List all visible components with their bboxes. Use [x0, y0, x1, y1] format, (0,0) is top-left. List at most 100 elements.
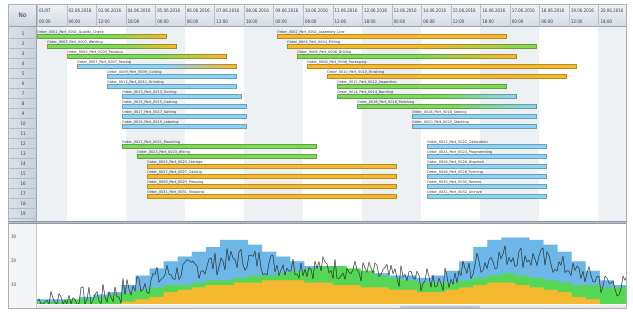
timescale-date: 06.06.2016 [184, 5, 215, 16]
task-bar[interactable]: Order_0018_Part_0018_Sealing [412, 110, 537, 120]
task-bar[interactable]: Order_0025_Part_0025_Storage [147, 160, 397, 170]
task-bar[interactable]: Order_0003_Part_0003_Welding [47, 40, 177, 50]
row-header-cell[interactable]: 4 [9, 59, 37, 69]
task-bar[interactable]: Order_0001_Part_0001_Quality_Check [37, 30, 167, 40]
timescale-date: 18.06.2016 [539, 5, 569, 16]
task-bar[interactable]: Order_0007_Part_0007_Testing [77, 60, 237, 70]
task-bar[interactable]: Order_0004_Part_0004_Milling [287, 40, 537, 50]
timescale-date: 19.06.2016 [568, 5, 599, 16]
task-bar-fill [427, 194, 547, 199]
timescale-time: 18:00 [125, 16, 156, 27]
task-bar[interactable]: Order_0016_Part_0016_Polishing [357, 100, 537, 110]
task-bar[interactable]: Order_0022_Part_0022_Calibration [427, 140, 547, 150]
timescale-date: 04.06.2016 [125, 5, 156, 16]
task-bar[interactable]: Order_0029_Part_0029_Pressing [147, 180, 397, 190]
task-bar[interactable]: Order_0010_Part_0010_Finishing [327, 70, 567, 80]
task-bar[interactable]: Order_0020_Part_0020_Stacking [412, 120, 537, 130]
timescale-time: 12:00 [568, 16, 599, 27]
task-bar-fill [427, 154, 547, 159]
task-bar[interactable]: Order_0019_Part_0019_Labeling [122, 120, 247, 130]
row-header-cell[interactable]: 18 [9, 199, 37, 209]
task-bar[interactable]: Order_0032_Part_0032_Archive [427, 190, 547, 200]
row-header-cell[interactable]: 5 [9, 69, 37, 79]
task-bar[interactable]: Order_0013_Part_0013_Turning [122, 90, 242, 100]
row-header-cell[interactable]: 13 [9, 149, 37, 159]
timescale-time: 06:00 [421, 16, 451, 27]
timescale-time: 00:00 [391, 16, 422, 27]
task-bar-fill [412, 124, 537, 129]
task-bar-fill [427, 174, 547, 179]
row-header-cell[interactable]: 2 [9, 39, 37, 49]
task-bar-fill [147, 164, 397, 169]
task-bar[interactable]: Order_0011_Part_0011_Grinding [107, 80, 237, 90]
row-header-cell[interactable]: 15 [9, 169, 37, 179]
row-header-cell[interactable]: 6 [9, 79, 37, 89]
task-bar[interactable]: Order_0008_Part_0008_Packaging [307, 60, 577, 70]
task-bar-fill [427, 144, 547, 149]
task-bar[interactable]: Order_0030_Part_0030_Review [427, 180, 547, 190]
timescale-time: 12:00 [332, 16, 363, 27]
task-bar[interactable]: Order_0027_Part_0027_Casting [147, 170, 397, 180]
row-header-cell[interactable]: 12 [9, 139, 37, 149]
row-header-cell[interactable]: 9 [9, 109, 37, 119]
row-header-corner[interactable]: No [9, 5, 37, 27]
row-header-cell[interactable]: 10 [9, 119, 37, 129]
timescale-date: 15.06.2016 [450, 5, 481, 16]
row-header-cell[interactable]: 3 [9, 49, 37, 59]
task-bar-fill [147, 184, 397, 189]
row-header-cell[interactable]: 19 [9, 209, 37, 219]
task-bar[interactable]: Order_0015_Part_0015_Coating [122, 100, 247, 110]
task-bar[interactable]: Order_0028_Part_0028_Forming [427, 170, 547, 180]
row-header-cell[interactable]: 1 [9, 29, 37, 39]
gantt-area[interactable]: Order_0001_Part_0001_Quality_Check Order_… [37, 27, 626, 221]
task-bar-fill [67, 54, 227, 59]
timescale-time: 06:00 [66, 16, 97, 27]
task-bar[interactable]: Order_0017_Part_0017_Sorting [122, 110, 247, 120]
task-bar-fill [297, 54, 517, 59]
row-header-cell[interactable]: 7 [9, 89, 37, 99]
timescale-date: 12.06.2016 [362, 5, 392, 16]
non-working-shade [598, 27, 626, 221]
task-bar-fill [147, 194, 397, 199]
timescale-date: 01/07 [37, 5, 67, 16]
scroll-thumb[interactable] [399, 306, 480, 308]
task-bar[interactable]: Order_0031_Part_0031_Shipping [147, 190, 397, 200]
timescale-time: 18:00 [362, 16, 392, 27]
task-bar[interactable]: Order_0024_Part_0024_Programming [427, 150, 547, 160]
timescale-time: 06:00 [539, 16, 569, 27]
timescale-header[interactable]: 01/07 00:00 02.06.2016 06:00 03.06.2016 12:00… [37, 5, 626, 27]
row-header-cell[interactable]: 17 [9, 189, 37, 199]
task-bar-fill [122, 144, 317, 149]
task-bar[interactable]: Order_0026_Part_0026_Dispatch [427, 160, 547, 170]
load-y-axis: 30 20 10 [9, 224, 37, 308]
row-header-cell[interactable]: 8 [9, 99, 37, 109]
timescale-time: 00:00 [273, 16, 303, 27]
timescale-date: 08.06.2016 [243, 5, 274, 16]
task-bar-fill [307, 64, 577, 69]
task-bar-fill [337, 84, 507, 89]
row-header-cell[interactable]: 14 [9, 159, 37, 169]
task-bar[interactable]: Order_0005_Part_0005_Painting [67, 50, 227, 60]
row-header-label: No [18, 12, 27, 19]
task-bar-fill [137, 154, 317, 159]
non-working-shade [37, 27, 67, 221]
task-bar[interactable]: Order_0012_Part_0012_Inspection [337, 80, 507, 90]
task-bar[interactable]: Order_0023_Part_0023_Wiring [137, 150, 317, 160]
timescale-time: 06:00 [302, 16, 333, 27]
timescale-time: 00:00 [37, 16, 67, 27]
task-bar-fill [122, 104, 247, 109]
task-bar-fill [412, 114, 537, 119]
timescale-time: 06:00 [184, 16, 215, 27]
row-header-cell[interactable]: 11 [9, 129, 37, 139]
timescale-time: 12:00 [450, 16, 481, 27]
row-header-cell[interactable]: 16 [9, 179, 37, 189]
task-bar[interactable]: Order_0002_Part_0002_Assembly_Line [277, 30, 507, 40]
task-bar[interactable]: Order_0009_Part_0009_Cutting [107, 70, 237, 80]
task-bar-fill [427, 164, 547, 169]
task-bar[interactable]: Order_0006_Part_0006_Drilling [297, 50, 517, 60]
task-bar-fill [122, 114, 247, 119]
horizontal-scrollbar[interactable] [37, 305, 626, 308]
timescale-date: 10.06.2016 [302, 5, 333, 16]
task-bar[interactable]: Order_0021_Part_0021_Mounting [122, 140, 317, 150]
task-bar[interactable]: Order_0014_Part_0014_Bending [337, 90, 517, 100]
